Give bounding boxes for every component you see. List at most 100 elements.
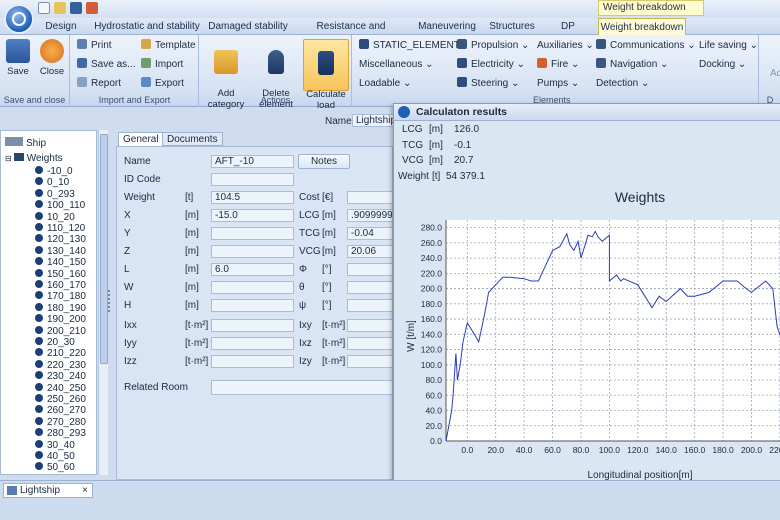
save-icon[interactable] [70, 2, 82, 14]
save-button[interactable]: Save [4, 39, 32, 77]
res-weight-value: 54 379.1 [446, 171, 485, 182]
save-as-button[interactable]: Save as... [77, 58, 135, 72]
electricity-dropdown[interactable]: Electricity ⌄ [457, 58, 525, 72]
report-button[interactable]: Report [77, 77, 121, 91]
tab-maneuvering[interactable]: Maneuvering [414, 18, 480, 35]
tcg-field[interactable]: -0.04 [347, 227, 393, 240]
tree-item-weight[interactable]: 180_190 [35, 302, 86, 315]
izz-field[interactable] [211, 355, 294, 368]
tree-scrollbar[interactable] [98, 130, 108, 475]
tree-item-weight[interactable]: 150_160 [35, 268, 86, 281]
y-field[interactable] [211, 227, 294, 240]
application-menu-button[interactable] [4, 4, 34, 34]
tab-design[interactable]: Design [40, 18, 82, 35]
tree-item-weight[interactable]: 230_240 [35, 371, 86, 383]
splitter-handle[interactable] [108, 290, 112, 312]
tree-item-weights[interactable]: ⊟ Weights [5, 153, 63, 165]
import-button[interactable]: Import [141, 58, 183, 72]
static-element-button[interactable]: STATIC_ELEMENT [359, 39, 460, 53]
tab-hydrostatic[interactable]: Hydrostatic and stability [92, 18, 202, 35]
tree-item-weight[interactable]: 190_200 [35, 314, 86, 326]
tree-item-weight[interactable]: -10_0 [35, 166, 73, 178]
ixx-field[interactable] [211, 319, 294, 332]
iyy-field[interactable] [211, 337, 294, 350]
communications-dropdown[interactable]: Communications ⌄ [596, 39, 696, 53]
related-room-field[interactable] [211, 380, 393, 395]
tree-item-weight[interactable]: 160_170 [35, 280, 86, 292]
detection-dropdown[interactable]: Detection ⌄ [596, 77, 649, 91]
tree-item-weight[interactable]: 170_180 [35, 291, 86, 303]
loadable-dropdown[interactable]: Loadable ⌄ [359, 77, 411, 91]
tab-structures[interactable]: Structures [486, 18, 538, 35]
close-button[interactable]: Close [38, 39, 66, 77]
tab-damaged-stability[interactable]: Damaged stability [206, 18, 290, 35]
new-icon[interactable] [38, 2, 50, 14]
calculate-load-button[interactable]: Calculate load [303, 39, 349, 111]
tree-item-weight[interactable]: 270_280 [35, 416, 86, 429]
tree-item-ship[interactable]: Ship [5, 137, 46, 149]
pumps-dropdown[interactable]: Pumps ⌄ [537, 77, 579, 91]
tree-item-weight[interactable]: 40_50 [35, 451, 75, 463]
tree-item-weight[interactable]: 60_70 [35, 473, 75, 474]
steering-dropdown[interactable]: Steering ⌄ [457, 77, 519, 91]
tree-item-weight[interactable]: 10_20 [35, 211, 75, 224]
life-saving-dropdown[interactable]: Life saving ⌄ [699, 39, 758, 53]
cost-field[interactable] [347, 191, 393, 204]
tree-item-weight[interactable]: 100_110 [35, 200, 85, 212]
tab-documents[interactable]: Documents [162, 132, 223, 146]
w-field[interactable] [211, 281, 294, 294]
weight-field[interactable]: 104.5 [211, 191, 294, 204]
template-button[interactable]: Template [141, 39, 196, 53]
close-tab-icon[interactable]: × [82, 484, 88, 497]
tree-item-weight[interactable]: 250_260 [35, 394, 86, 406]
docking-dropdown[interactable]: Docking ⌄ [699, 58, 746, 72]
tree-item-weight[interactable]: 210_220 [35, 348, 86, 360]
tree-item-weight[interactable]: 0_10 [35, 177, 69, 189]
fire-dropdown[interactable]: Fire ⌄ [537, 58, 579, 72]
h-field[interactable] [211, 299, 294, 312]
vcg-field[interactable]: 20.06 [347, 245, 393, 258]
scrollbar-thumb[interactable] [100, 134, 108, 364]
phi-field[interactable] [347, 263, 393, 276]
tab-general[interactable]: General [118, 132, 164, 146]
tree-item-weight[interactable]: 140_150 [35, 257, 86, 269]
lcg-field[interactable]: .90999999 [347, 209, 393, 222]
l-field[interactable]: 6.0 [211, 263, 294, 276]
id-code-field[interactable] [211, 173, 294, 186]
tab-dp[interactable]: DP [552, 18, 584, 35]
ixy-field[interactable] [347, 319, 393, 332]
print-button[interactable]: Print [77, 39, 112, 53]
psi-field[interactable] [347, 299, 393, 312]
tree-item-weight[interactable]: 110_120 [35, 223, 85, 235]
tree-item-weight[interactable]: 20_30 [35, 337, 75, 349]
ixz-field[interactable] [347, 337, 393, 350]
miscellaneous-dropdown[interactable]: Miscellaneous ⌄ [359, 58, 434, 72]
navigation-dropdown[interactable]: Navigation ⌄ [596, 58, 668, 72]
tree-item-weight[interactable]: 0_293 [35, 188, 75, 201]
x-field[interactable]: -15.0 [211, 209, 294, 222]
tree-item-weight[interactable]: 30_40 [35, 439, 75, 452]
export-button[interactable]: Export [141, 77, 184, 91]
auxiliaries-dropdown[interactable]: Auxiliaries ⌄ [537, 39, 594, 53]
doc-tab-lightship[interactable]: Lightship × [3, 483, 93, 498]
tree-item-weight[interactable]: 200_210 [35, 325, 86, 338]
tree-item-weight[interactable]: 220_230 [35, 359, 86, 372]
propulsion-dropdown[interactable]: Propulsion ⌄ [457, 39, 529, 53]
tree-item-weight[interactable]: 130_140 [35, 245, 86, 258]
tree-item-weight[interactable]: 120_130 [35, 234, 86, 246]
tree-item-weight[interactable]: 240_250 [35, 382, 86, 395]
open-icon[interactable] [54, 2, 66, 14]
tab-resistance[interactable]: Resistance and propulsion [294, 18, 408, 49]
notes-button[interactable]: Notes [298, 154, 350, 169]
name-top-field[interactable]: Lightship [352, 114, 394, 127]
tree-item-weight[interactable]: 50_60 [35, 462, 75, 474]
save-all-icon[interactable] [86, 2, 98, 14]
theta-field[interactable] [347, 281, 393, 294]
z-field[interactable] [211, 245, 294, 258]
add-partial-button[interactable]: Ad [770, 67, 780, 81]
tree-item-weight[interactable]: 280_293 [35, 428, 86, 440]
name-field[interactable]: AFT_-10 [211, 155, 294, 168]
tab-weight-breakdown[interactable]: Weight breakdown [598, 18, 686, 35]
izy-field[interactable] [347, 355, 393, 368]
tree-item-weight[interactable]: 260_270 [35, 405, 86, 417]
